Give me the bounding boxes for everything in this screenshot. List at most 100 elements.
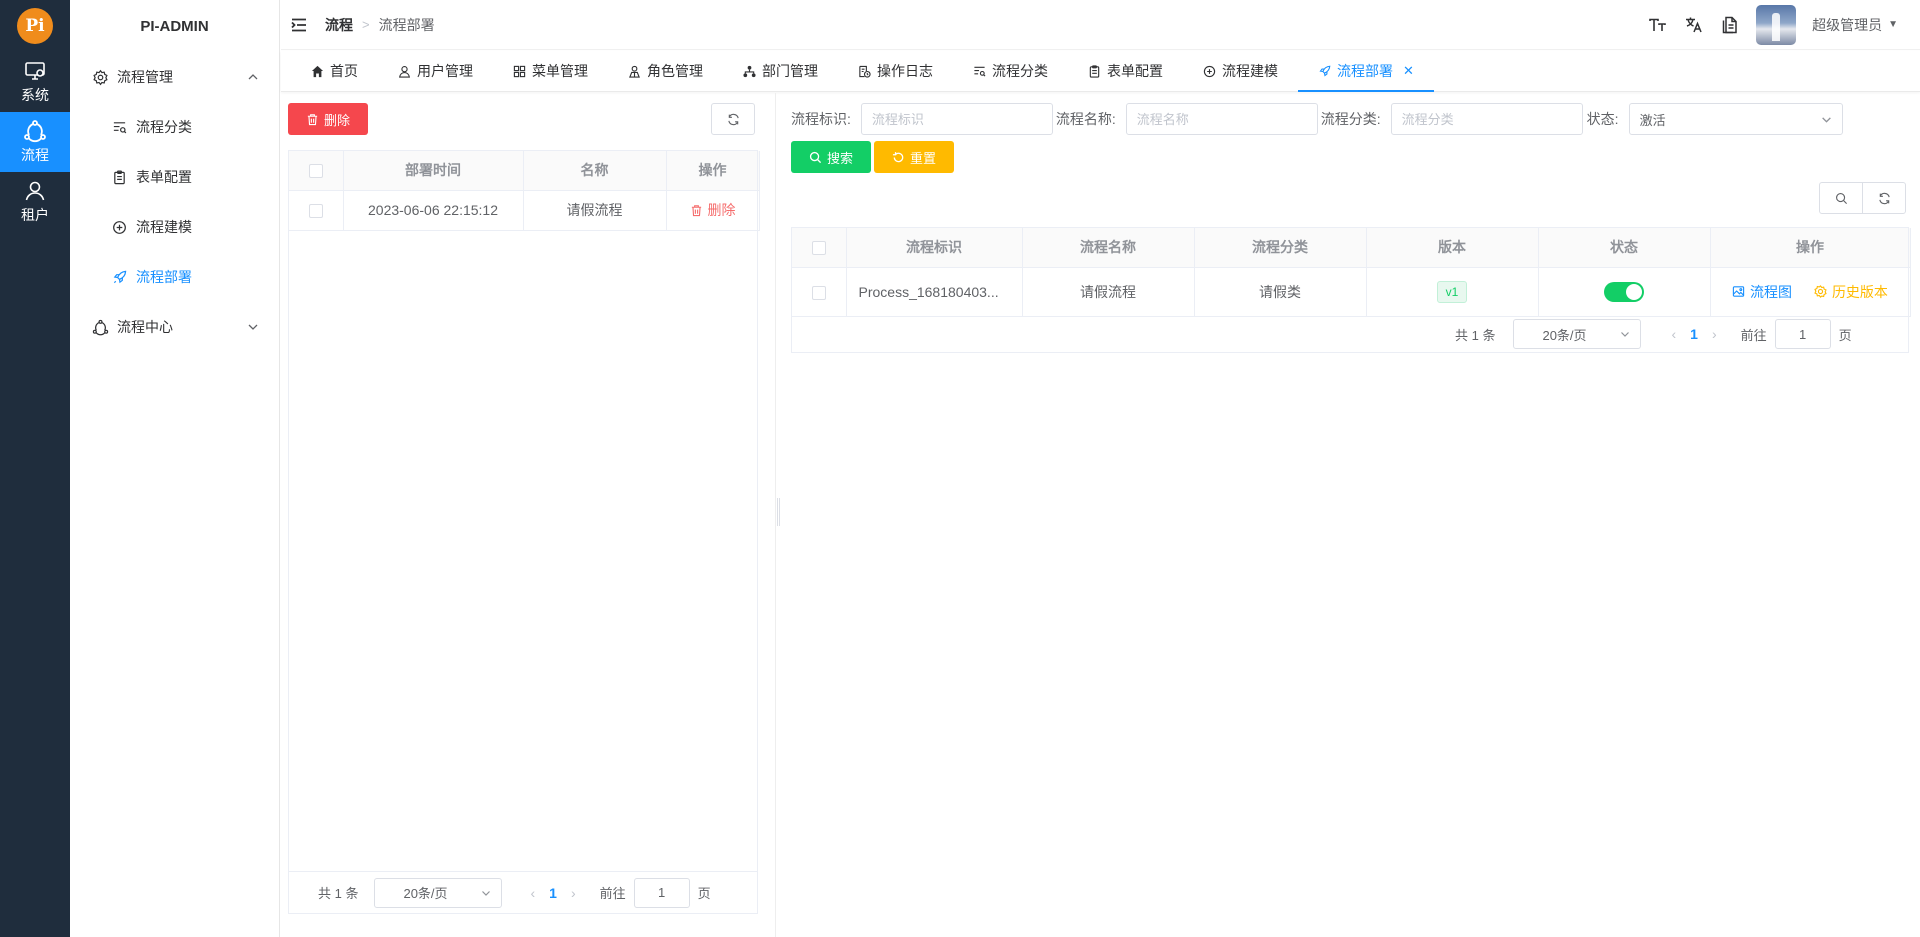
right-pagination: 共 1 条 20条/页 ‹ 1 › 前往 页	[1455, 317, 1852, 351]
menu-item-flow-model[interactable]: 流程建模	[70, 202, 279, 252]
table-header-row: 流程标识 流程名称 流程分类 版本 状态 操作	[792, 228, 1911, 268]
user-icon	[399, 65, 410, 78]
filter-category-input[interactable]	[1390, 103, 1583, 135]
tab-flow-category[interactable]: 流程分类	[953, 51, 1068, 91]
chevron-down-icon	[482, 890, 491, 896]
user-icon	[25, 181, 45, 201]
tab-label: 首页	[330, 63, 358, 79]
version-cell: v1	[1366, 267, 1539, 317]
page-size-value: 20条/页	[1542, 327, 1587, 343]
menu-group-flow-center[interactable]: 流程中心	[70, 302, 279, 352]
tab-role-manage[interactable]: 角色管理	[608, 51, 723, 91]
flow-center-icon	[92, 319, 109, 335]
page-size-select[interactable]: 20条/页	[1513, 319, 1642, 349]
action-cell: 删除	[666, 190, 760, 231]
caret-down-icon[interactable]: ▼	[1888, 19, 1898, 30]
version-tag: v1	[1436, 280, 1468, 303]
monitor-icon	[25, 62, 45, 80]
select-all-checkbox[interactable]	[308, 164, 323, 179]
goto-page-input[interactable]	[1774, 319, 1831, 349]
table-row[interactable]: Process_168180403... 请假流程 请假类 v1 流程图 历史版…	[792, 267, 1911, 317]
document-icon[interactable]	[1720, 15, 1740, 35]
filter-name-label: 流程名称:	[1055, 111, 1116, 127]
rail-item-system[interactable]: 系统	[0, 52, 70, 112]
tab-label: 流程建模	[1222, 63, 1278, 79]
menu-item-form-config[interactable]: 表单配置	[70, 152, 279, 202]
select-all-cell	[792, 228, 847, 268]
prev-page-button[interactable]: ‹	[1671, 326, 1676, 342]
select-all-checkbox[interactable]	[811, 241, 826, 256]
font-size-icon[interactable]	[1648, 15, 1668, 35]
chevron-up-icon	[248, 74, 258, 80]
filter-name-input[interactable]	[1125, 103, 1318, 135]
tab-user-manage[interactable]: 用户管理	[378, 51, 493, 91]
tab-flow-model[interactable]: 流程建模	[1183, 51, 1298, 91]
row-checkbox[interactable]	[308, 204, 323, 219]
search-button[interactable]: 搜索	[791, 141, 871, 173]
menu-item-flow-deploy[interactable]: 流程部署	[70, 252, 279, 302]
menu-item-label: 表单配置	[136, 169, 192, 185]
close-icon[interactable]: ✕	[1403, 63, 1414, 79]
page-size-select[interactable]: 20条/页	[374, 877, 503, 908]
goto-label: 前往	[1740, 327, 1767, 343]
refresh-table-button[interactable]	[1862, 182, 1906, 214]
tab-operation-log[interactable]: 操作日志	[838, 51, 953, 91]
menu-fold-icon[interactable]	[291, 17, 307, 33]
column-header: 名称	[523, 151, 667, 191]
row-checkbox[interactable]	[811, 285, 826, 300]
tab-form-config[interactable]: 表单配置	[1068, 51, 1183, 91]
column-header: 状态	[1538, 228, 1711, 268]
page-unit: 页	[1838, 327, 1852, 343]
app-title: PI-ADMIN	[140, 17, 209, 35]
delete-button[interactable]: 删除	[288, 103, 368, 135]
process-key-cell: Process_168180403...	[846, 267, 1023, 317]
menu-group-flow-manage[interactable]: 流程管理	[70, 52, 279, 102]
status-select-value: 激活	[1639, 112, 1666, 128]
filter-key-input[interactable]	[860, 103, 1053, 135]
filter-status-select[interactable]: 激活	[1628, 103, 1843, 135]
refresh-icon	[1878, 192, 1890, 204]
current-page[interactable]: 1	[549, 885, 557, 901]
user-name[interactable]: 超级管理员	[1812, 15, 1882, 35]
tab-label: 流程分类	[992, 63, 1048, 79]
row-delete-link[interactable]: 删除	[690, 200, 736, 220]
goto-label: 前往	[599, 886, 626, 901]
grid-icon	[513, 65, 526, 77]
list-search-icon	[113, 121, 127, 133]
avatar[interactable]	[1756, 4, 1797, 45]
flow-icon	[24, 120, 46, 143]
next-page-button[interactable]: ›	[1712, 326, 1717, 342]
home-icon	[311, 65, 324, 77]
menu-item-flow-category[interactable]: 流程分类	[70, 102, 279, 152]
chevron-down-icon	[248, 324, 258, 330]
reset-button[interactable]: 重置	[874, 141, 954, 173]
flow-diagram-link[interactable]: 流程图	[1732, 282, 1792, 302]
chevron-down-icon	[1821, 116, 1831, 123]
breadcrumb-root[interactable]: 流程	[325, 15, 353, 35]
process-name-cell: 请假流程	[1022, 267, 1195, 317]
tab-menu-manage[interactable]: 菜单管理	[493, 51, 608, 91]
toggle-search-button[interactable]	[1819, 182, 1863, 214]
tab-home[interactable]: 首页	[291, 51, 378, 91]
logo: Pi	[17, 8, 53, 44]
role-icon	[629, 65, 640, 78]
tab-flow-deploy[interactable]: 流程部署 ✕	[1298, 51, 1434, 92]
goto-page-input[interactable]	[633, 877, 690, 908]
table-row[interactable]: 2023-06-06 22:15:12 请假流程 删除	[289, 190, 760, 231]
resize-handle[interactable]	[777, 498, 780, 526]
tab-label: 用户管理	[417, 63, 473, 79]
status-switch[interactable]	[1604, 281, 1644, 302]
next-page-button[interactable]: ›	[571, 885, 576, 901]
table-frame	[288, 150, 758, 914]
tab-dept-manage[interactable]: 部门管理	[723, 51, 838, 91]
translate-icon[interactable]	[1684, 15, 1704, 35]
rail-item-tenant[interactable]: 租户	[0, 172, 70, 232]
reset-button-label: 重置	[909, 150, 936, 166]
prev-page-button[interactable]: ‹	[530, 885, 535, 901]
table-header-row: 部署时间 名称 操作	[289, 151, 760, 191]
list-search-icon	[974, 66, 986, 77]
history-version-link[interactable]: 历史版本	[1814, 282, 1888, 302]
current-page[interactable]: 1	[1690, 326, 1698, 342]
refresh-button[interactable]	[711, 103, 755, 135]
rail-item-flow[interactable]: 流程	[0, 112, 70, 172]
